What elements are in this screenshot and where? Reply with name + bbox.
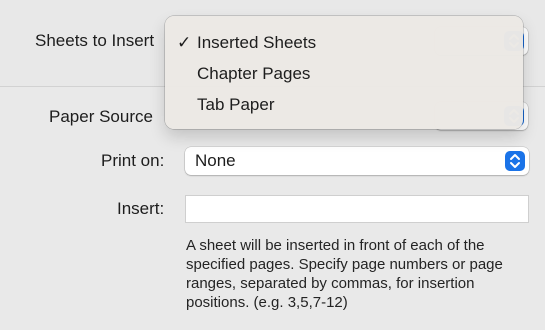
menu-item-tab-paper[interactable]: Tab Paper bbox=[177, 93, 507, 117]
print-options-panel: Sheets to Insert Paper Source Print on: … bbox=[0, 0, 545, 330]
menu-item-inserted-sheets[interactable]: ✓ Inserted Sheets bbox=[177, 31, 507, 55]
sheets-to-insert-menu: ✓ Inserted Sheets Chapter Pages Tab Paper bbox=[165, 16, 523, 129]
menu-item-label: Tab Paper bbox=[197, 95, 275, 114]
menu-item-chapter-pages[interactable]: Chapter Pages bbox=[177, 62, 507, 86]
checkmark-icon: ✓ bbox=[177, 33, 192, 52]
insert-label: Insert: bbox=[117, 199, 165, 218]
insert-pages-field[interactable] bbox=[185, 195, 529, 223]
popup-arrows-icon bbox=[505, 151, 525, 171]
sheets-to-insert-label: Sheets to Insert bbox=[35, 31, 155, 50]
paper-source-label: Paper Source bbox=[49, 107, 153, 126]
print-on-value: None bbox=[195, 151, 236, 170]
menu-item-label: Inserted Sheets bbox=[197, 33, 317, 52]
print-on-label: Print on: bbox=[101, 151, 165, 170]
menu-item-label: Chapter Pages bbox=[197, 64, 311, 83]
print-on-popup[interactable]: None bbox=[185, 147, 529, 175]
insert-help-text: A sheet will be inserted in front of eac… bbox=[186, 237, 503, 311]
